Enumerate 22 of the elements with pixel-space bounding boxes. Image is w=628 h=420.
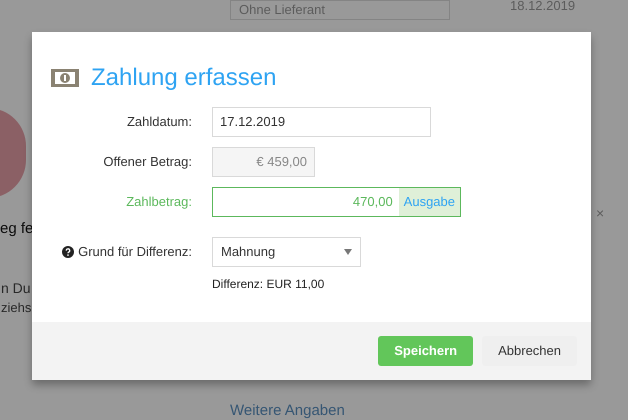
background-text: ziehs bbox=[1, 299, 32, 317]
banknote-icon bbox=[51, 69, 79, 87]
date-field[interactable]: 17.12.2019 bbox=[212, 107, 431, 137]
cancel-button[interactable]: Abbrechen bbox=[482, 336, 577, 366]
help-icon[interactable] bbox=[62, 246, 74, 258]
background-text: n Du bbox=[1, 279, 31, 298]
field-label: Zahldatum: bbox=[126, 113, 192, 132]
reason-select[interactable]: Mahnung bbox=[212, 237, 361, 267]
field-label: Offener Betrag: bbox=[103, 153, 192, 172]
date-text: 18.12.2019 bbox=[510, 0, 576, 15]
type-addon[interactable]: Ausgabe bbox=[398, 188, 460, 216]
field-label: Zahlbetrag: bbox=[126, 193, 192, 212]
dialog-title: Zahlung erfassen bbox=[91, 63, 276, 93]
save-button[interactable]: Speichern bbox=[378, 336, 474, 366]
field-label: Grund für Differenz: bbox=[78, 243, 192, 262]
more-link[interactable]: Weitere Angaben bbox=[230, 400, 345, 420]
difference-text: Differenz: EUR 11,00 bbox=[212, 276, 326, 293]
caret-icon bbox=[344, 249, 352, 255]
clear-button[interactable]: × bbox=[596, 203, 604, 224]
amount-field[interactable]: 470,00 Ausgabe bbox=[212, 187, 461, 217]
background-text: eg fe bbox=[0, 219, 34, 239]
amount-value: 470,00 bbox=[352, 193, 394, 212]
